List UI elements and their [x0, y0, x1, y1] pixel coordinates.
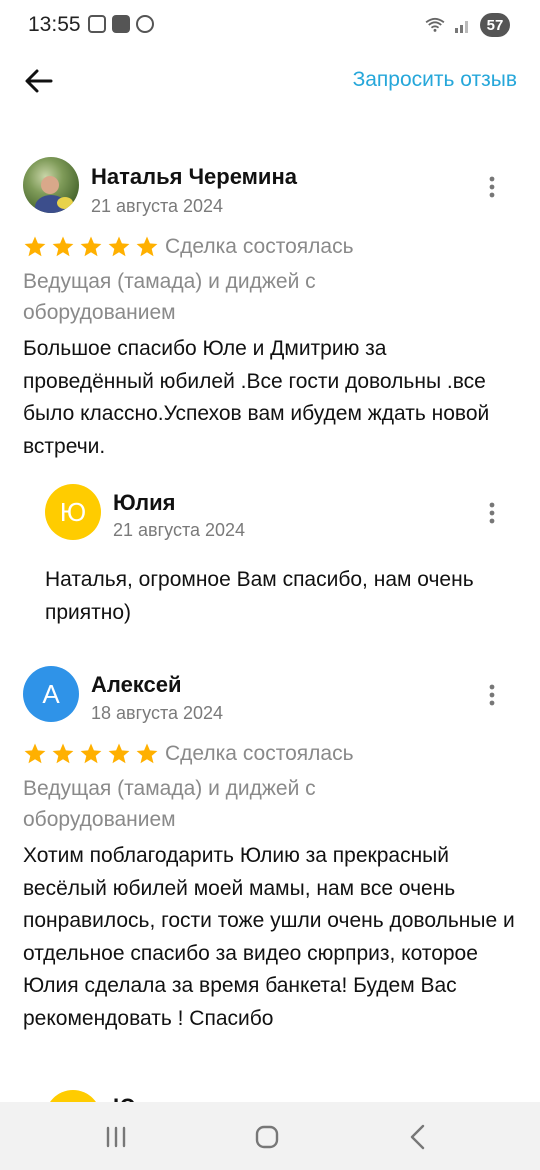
review-date: 18 августа 2024	[91, 703, 224, 723]
request-review-button[interactable]: Запросить отзыв	[353, 68, 517, 92]
top-app-bar: Запросить отзыв	[0, 56, 540, 106]
service-name: Ведущая (тамада) и диджей с оборудование…	[23, 777, 316, 831]
star-icon	[52, 236, 74, 257]
status-time: 13:55	[28, 13, 81, 36]
wifi-icon	[425, 17, 445, 32]
status-notification-icons	[88, 15, 154, 33]
status-bar: 13:55 57	[0, 0, 540, 50]
avatar-letter: А	[42, 678, 60, 709]
service-name: Ведущая (тамада) и диджей с оборудование…	[23, 270, 316, 324]
avatar-photo	[35, 176, 73, 213]
review-author: Наталья Черемина	[91, 164, 297, 189]
back-arrow-icon[interactable]	[22, 64, 56, 98]
system-navigation-bar	[0, 1102, 540, 1170]
star-icon	[24, 236, 46, 257]
star-icon	[52, 743, 74, 764]
rating-stars	[23, 742, 159, 766]
deal-status: Сделка состоялась	[165, 742, 354, 765]
star-icon	[24, 743, 46, 764]
review-author: Алексей	[91, 672, 182, 697]
deal-status: Сделка состоялась	[165, 235, 354, 258]
star-icon	[136, 743, 158, 764]
review-text: Большое спасибо Юле и Дмитрию за проведё…	[23, 337, 490, 458]
recent-apps-icon[interactable]	[99, 1120, 133, 1154]
status-system-icons: 57	[424, 13, 510, 37]
vk-icon	[112, 15, 130, 33]
more-options-icon[interactable]	[480, 172, 504, 202]
star-icon	[80, 236, 102, 257]
signal-icon	[455, 21, 468, 33]
reply-date: 21 августа 2024	[113, 520, 246, 540]
home-icon[interactable]	[250, 1120, 284, 1154]
review-date: 21 августа 2024	[91, 196, 224, 216]
avatar-letter: Ю	[59, 496, 87, 527]
back-nav-icon[interactable]	[402, 1120, 436, 1154]
star-icon	[136, 236, 158, 257]
reply-text: Наталья, огромное Вам спасибо, нам очень…	[45, 568, 474, 624]
star-icon	[80, 743, 102, 764]
reply-author: Юлия	[113, 490, 176, 515]
avatar[interactable]: А	[23, 666, 79, 722]
avatar[interactable]	[23, 157, 79, 213]
reply-avatar[interactable]: Ю	[45, 484, 101, 540]
battery-indicator: 57	[480, 13, 510, 37]
screenshot-icon	[88, 15, 106, 33]
more-options-icon[interactable]	[480, 680, 504, 710]
review-text: Хотим поблагодарить Юлию за прекрасный в…	[23, 844, 515, 1030]
star-icon	[108, 236, 130, 257]
go-icon	[136, 15, 154, 33]
star-icon	[108, 743, 130, 764]
rating-stars	[23, 235, 159, 259]
more-options-icon[interactable]	[480, 498, 504, 528]
